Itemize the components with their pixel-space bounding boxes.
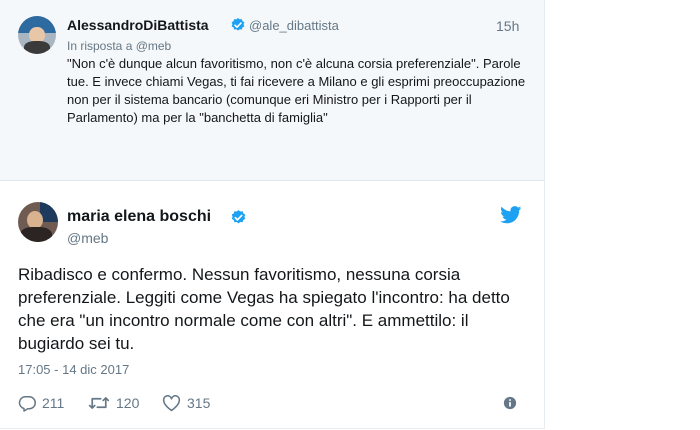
- reply-author-name[interactable]: AlessandroDiBattista: [67, 17, 209, 33]
- twitter-bird-icon[interactable]: [500, 206, 522, 229]
- reply-button[interactable]: 211: [18, 394, 64, 412]
- verified-badge-icon: [230, 209, 247, 231]
- reply-author-handle[interactable]: @ale_dibattista: [249, 18, 339, 33]
- main-tweet-timestamp[interactable]: 17:05 - 14 dic 2017: [18, 362, 129, 377]
- reply-tweet[interactable]: AlessandroDiBattista @ale_dibattista 15h…: [0, 0, 544, 181]
- reply-count: 211: [42, 395, 65, 411]
- verified-badge-icon: [230, 17, 246, 38]
- like-button[interactable]: 315: [162, 394, 210, 412]
- main-author-handle[interactable]: @meb: [67, 230, 108, 246]
- retweet-button[interactable]: 120: [88, 394, 139, 412]
- in-reply-to-label: In risposta a @meb: [67, 39, 172, 53]
- retweet-icon: [88, 397, 110, 409]
- like-count: 315: [187, 395, 211, 411]
- main-author-avatar[interactable]: [18, 202, 58, 242]
- reply-timestamp[interactable]: 15h: [496, 18, 519, 34]
- main-author-name[interactable]: maria elena boschi: [67, 208, 211, 226]
- info-icon[interactable]: [503, 396, 517, 415]
- reply-icon: [18, 395, 36, 412]
- main-tweet-text: Ribadisco e confermo. Nessun favoritismo…: [18, 265, 510, 353]
- retweet-count: 120: [116, 395, 140, 411]
- reply-tweet-text: "Non c'è dunque alcun favoritismo, non c…: [67, 56, 526, 125]
- reply-author-avatar[interactable]: [18, 16, 56, 54]
- tweet-card: AlessandroDiBattista @ale_dibattista 15h…: [0, 0, 545, 429]
- heart-icon: [162, 394, 181, 411]
